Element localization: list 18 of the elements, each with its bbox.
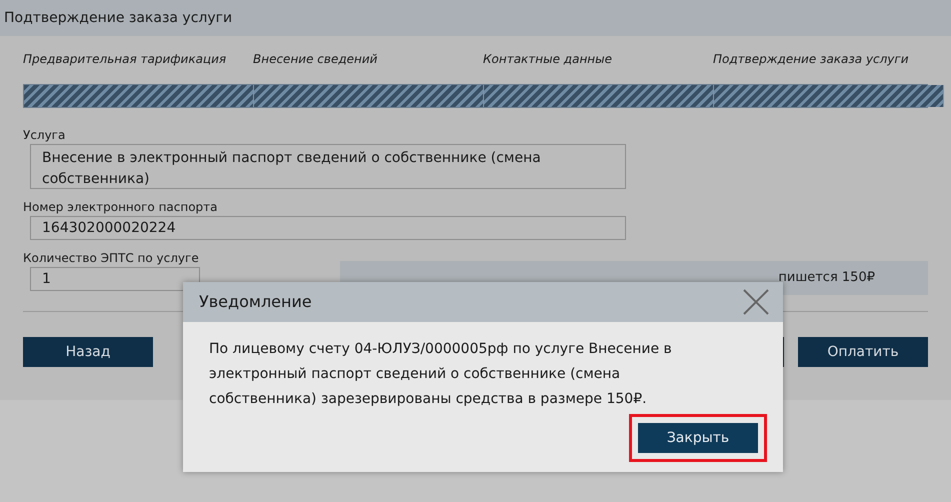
dialog-message: По лицевому счету 04-ЮЛУЗ/0000005рф по услуге Внесение в электронный паспорт сведений о собственнике (смена собственника) зарезервированы средства в размере 150₽.: [208, 340, 673, 409]
pay-button[interactable]: Оплатить: [798, 337, 928, 367]
close-button[interactable]: Закрыть: [638, 423, 758, 453]
dialog-title: Уведомление: [199, 291, 312, 313]
field-label: Услуга: [23, 127, 66, 144]
quantity-field[interactable]: 1: [30, 267, 200, 291]
close-icon[interactable]: [743, 289, 769, 315]
field-label: Номер электронного паспорта: [23, 199, 219, 216]
service-field[interactable]: Внесение в электронный паспорт сведений о собственнике (смена собственника): [30, 144, 626, 189]
field-label: Количество ЭПТС по услуге: [23, 250, 200, 267]
step-label: Внесение сведений: [253, 51, 378, 68]
back-button[interactable]: Назад: [23, 337, 153, 367]
step-label: Предварительная тарификация: [23, 51, 228, 68]
passport-number-field[interactable]: 164302000020224: [30, 216, 626, 240]
charge-note: пишется 150₽: [778, 269, 875, 288]
page-title: Подтверждение заказа услуги: [4, 8, 232, 28]
step-label: Подтверждение заказа услуги: [713, 51, 910, 68]
step-label: Контактные данные: [483, 51, 614, 68]
